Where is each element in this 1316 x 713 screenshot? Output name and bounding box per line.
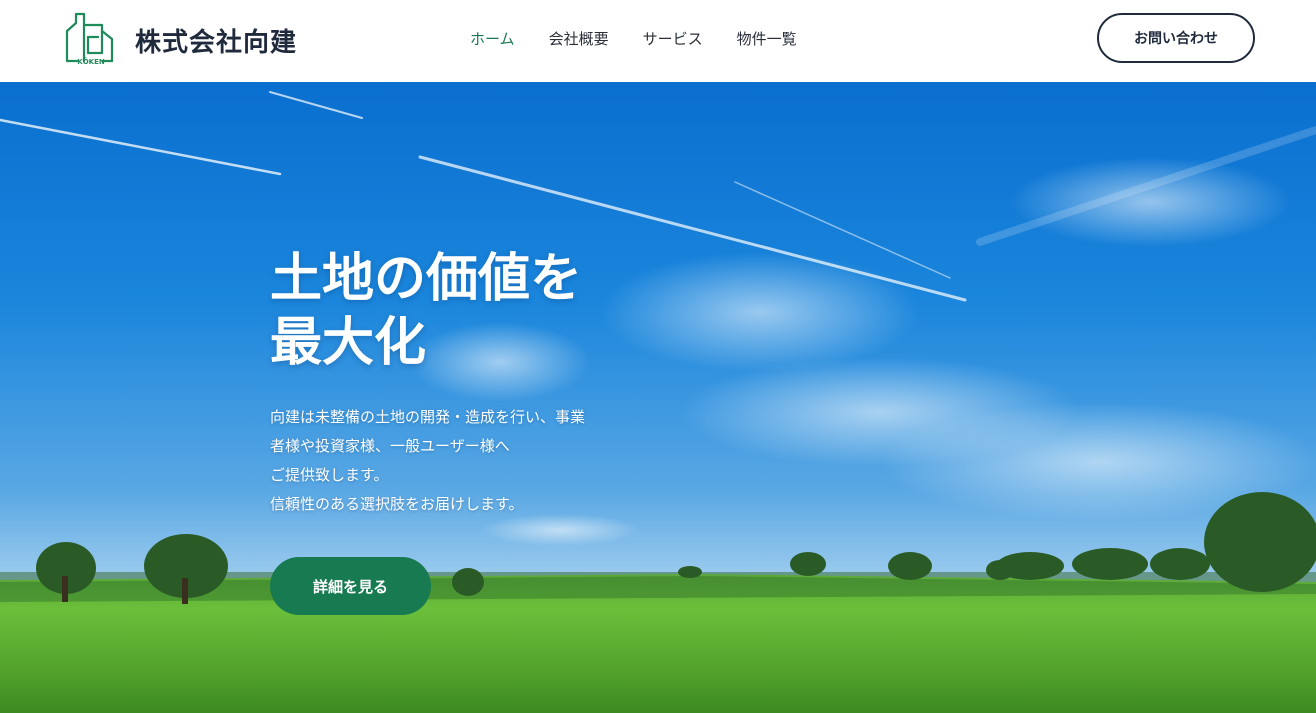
hero-description-line: 信頼性のある選択肢をお届けします。 [270,495,524,513]
site-header: KŌKEN 株式会社向建 ホーム 会社概要 サービス 物件一覧 お問い合わせ [0,0,1316,82]
hero-description: 向建は未整備の土地の開発・造成を行い、事業 者様や投資家様、一般ユーザー様へ ご… [270,403,690,519]
hero-content: 土地の価値を 最大化 向建は未整備の土地の開発・造成を行い、事業 者様や投資家様… [270,247,690,519]
hero-title-line: 最大化 [270,313,427,373]
hero-description-line: ご提供致します。 [270,466,389,484]
main-nav: ホーム 会社概要 サービス 物件一覧 [470,28,797,50]
koken-logo-icon[interactable]: KŌKEN [64,11,118,67]
nav-item-company[interactable]: 会社概要 [549,28,609,50]
hero-description-line: 向建は未整備の土地の開発・造成を行い、事業 [270,408,586,426]
hero-description-line: 者様や投資家様、一般ユーザー様へ [270,437,510,455]
logo-text: KŌKEN [77,57,105,66]
nav-item-home[interactable]: ホーム [470,28,515,50]
nav-item-properties[interactable]: 物件一覧 [737,28,797,50]
nav-item-services[interactable]: サービス [643,28,703,50]
company-name[interactable]: 株式会社向建 [135,22,297,59]
view-details-button[interactable]: 詳細を見る [270,557,431,615]
contact-button[interactable]: お問い合わせ [1097,13,1255,63]
hero-title-line: 土地の価値を [270,249,583,309]
hero-section: 土地の価値を 最大化 向建は未整備の土地の開発・造成を行い、事業 者様や投資家様… [0,82,1316,713]
hero-title: 土地の価値を 最大化 [270,247,690,375]
